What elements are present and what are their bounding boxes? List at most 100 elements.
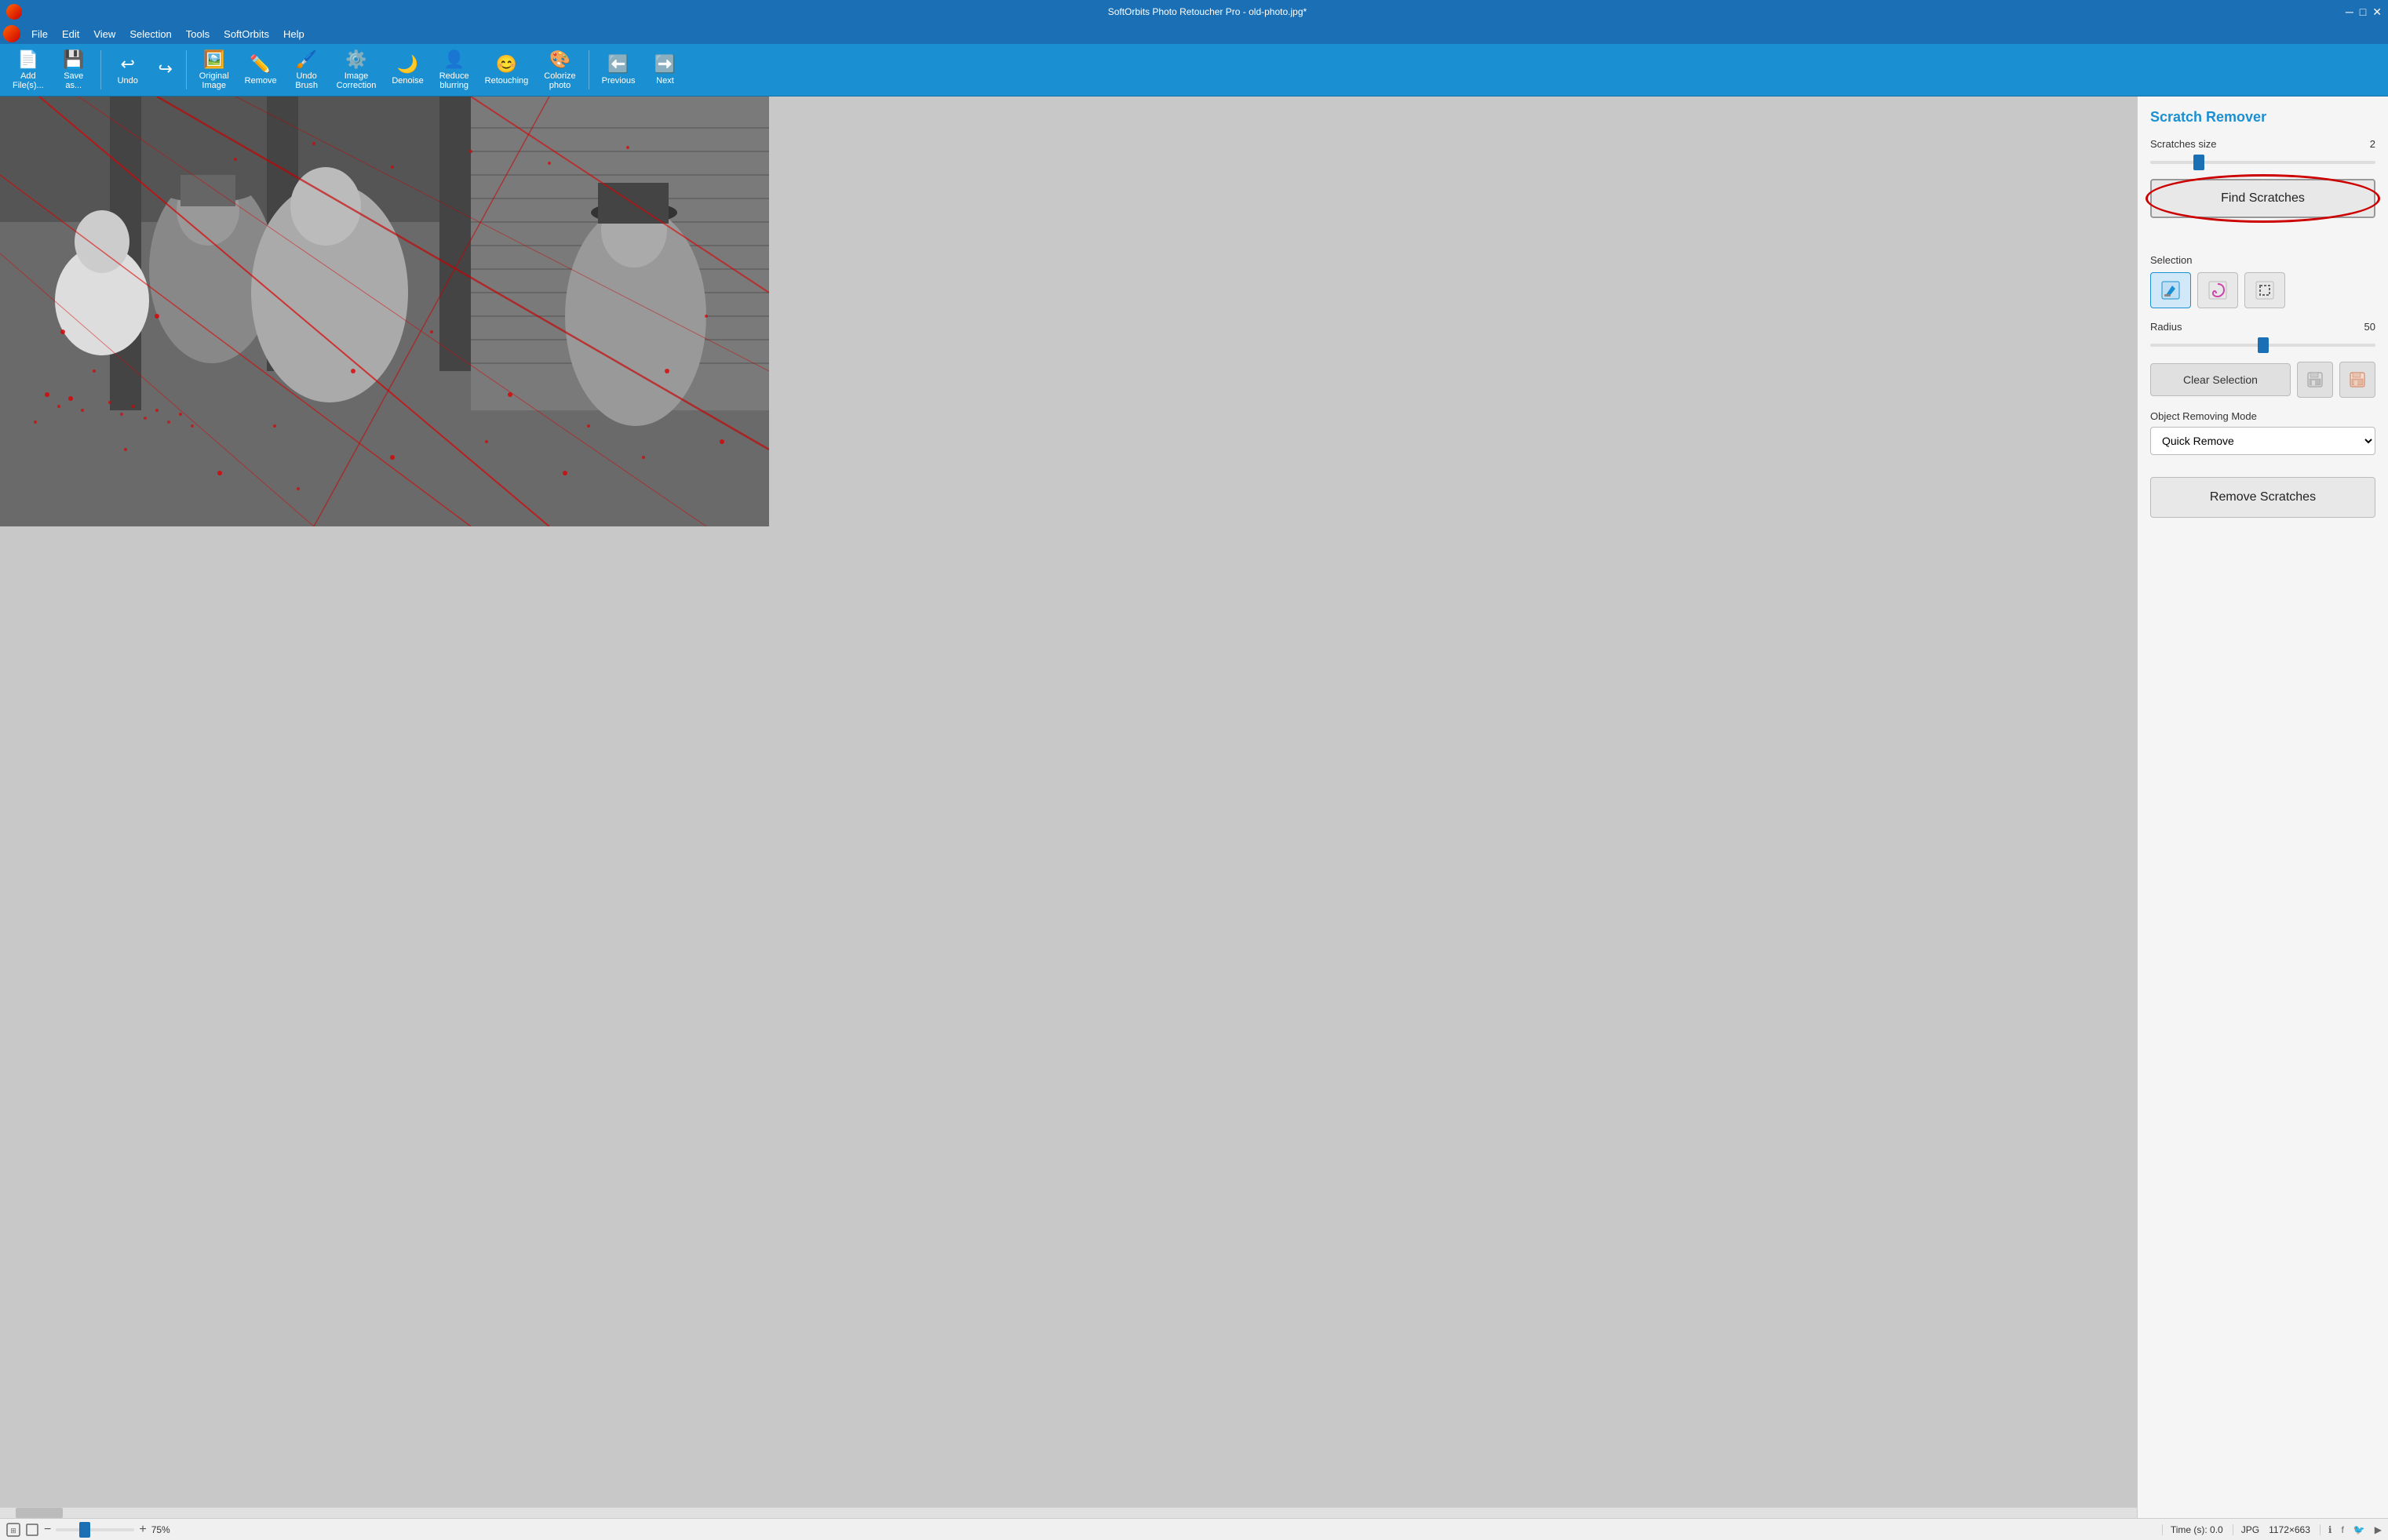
menu-view[interactable]: View [87, 27, 122, 42]
menu-softorbits[interactable]: SoftOrbits [217, 27, 275, 42]
colorize-photo-button[interactable]: 🎨 Colorize photo [538, 47, 582, 93]
main-area: Scratch Remover Scratches size 2 Find Sc… [0, 96, 2388, 1518]
reduce-blurring-icon: 👤 [443, 49, 465, 70]
crop-icon[interactable] [25, 1523, 39, 1537]
fit-to-window-icon[interactable]: ⊞ [6, 1523, 20, 1537]
remove-scratches-button[interactable]: Remove Scratches [2150, 477, 2375, 518]
load-icon [2349, 371, 2366, 388]
menu-file[interactable]: File [25, 27, 54, 42]
lasso-icon [2207, 279, 2229, 301]
zoom-slider[interactable] [56, 1528, 134, 1531]
remove-button[interactable]: ✏️ Remove [239, 47, 283, 93]
panel-title: Scratch Remover [2150, 109, 2375, 126]
add-files-icon: 📄 [17, 49, 38, 70]
photo-svg [0, 96, 769, 526]
selection-label: Selection [2150, 254, 2375, 266]
menubar-logo-icon [3, 25, 20, 42]
close-button[interactable]: ✕ [2372, 5, 2382, 19]
redo-button[interactable]: ↪ [151, 47, 180, 93]
zoom-in-icon[interactable]: + [139, 1523, 146, 1537]
undo-icon: ↩ [121, 54, 135, 75]
horizontal-scrollbar[interactable] [0, 1507, 2137, 1518]
add-files-button[interactable]: 📄 Add File(s)... [6, 47, 50, 93]
status-left: ⊞ − + 75% [6, 1523, 2156, 1537]
status-right: Time (s): 0.0 JPG 1172×663 ℹ f 🐦 ▶ [2162, 1524, 2382, 1535]
dimensions-label: 1172×663 [2269, 1524, 2310, 1535]
find-scratches-wrapper: Find Scratches [2150, 179, 2375, 231]
undo-brush-icon: 🖌️ [296, 49, 317, 70]
colorize-photo-icon: 🎨 [549, 49, 571, 70]
selection-rect-tool[interactable] [2244, 272, 2285, 308]
radius-slider[interactable] [2150, 344, 2375, 347]
next-icon: ➡️ [654, 54, 676, 75]
radius-value: 50 [2364, 321, 2375, 333]
maximize-button[interactable]: □ [2360, 5, 2366, 19]
facebook-icon[interactable]: f [2341, 1524, 2343, 1535]
find-scratches-button[interactable]: Find Scratches [2150, 179, 2375, 218]
youtube-icon[interactable]: ▶ [2375, 1524, 2382, 1535]
format-label: JPG [2233, 1524, 2259, 1535]
scrollbar-thumb[interactable] [16, 1508, 63, 1518]
radius-slider-container [2150, 337, 2375, 349]
original-image-icon: 🖼️ [203, 49, 224, 70]
scratches-size-label: Scratches size 2 [2150, 138, 2375, 150]
load-selection-button[interactable] [2339, 362, 2375, 398]
window-title: SoftOrbits Photo Retoucher Pro - old-pho… [69, 6, 2346, 17]
image-correction-icon: ⚙️ [345, 49, 366, 70]
scratches-size-slider-container [2150, 155, 2375, 166]
selection-lasso-tool[interactable] [2197, 272, 2238, 308]
pen-icon [2160, 279, 2182, 301]
menu-edit[interactable]: Edit [56, 27, 86, 42]
save-as-button[interactable]: 💾 Save as... [53, 47, 94, 93]
next-button[interactable]: ➡️ Next [644, 47, 685, 93]
toolbar: 📄 Add File(s)... 💾 Save as... ↩ Undo ↪ 🖼… [0, 44, 2388, 96]
rect-select-icon [2254, 279, 2276, 301]
time-label: Time (s): 0.0 [2162, 1524, 2223, 1535]
menubar: File Edit View Selection Tools SoftOrbit… [0, 24, 2388, 44]
minimize-button[interactable]: ─ [2346, 5, 2353, 19]
save-selection-button[interactable] [2297, 362, 2333, 398]
save-as-icon: 💾 [63, 49, 84, 70]
undo-button[interactable]: ↩ Undo [108, 47, 148, 93]
zoom-out-icon[interactable]: − [44, 1523, 51, 1537]
menu-tools[interactable]: Tools [180, 27, 216, 42]
previous-button[interactable]: ⬅️ Previous [596, 47, 642, 93]
object-removing-mode-label: Object Removing Mode [2150, 410, 2375, 422]
app-logo-icon [6, 4, 22, 20]
remove-icon: ✏️ [250, 54, 271, 75]
clear-selection-button[interactable]: Clear Selection [2150, 363, 2291, 396]
denoise-icon: 🌙 [397, 54, 418, 75]
titlebar: SoftOrbits Photo Retoucher Pro - old-pho… [0, 0, 2388, 24]
info-icon[interactable]: ℹ [2320, 1524, 2332, 1535]
twitter-icon[interactable]: 🐦 [2353, 1524, 2365, 1535]
separator-2 [186, 50, 187, 89]
retouching-button[interactable]: 😊 Retouching [479, 47, 535, 93]
menu-help[interactable]: Help [277, 27, 311, 42]
retouching-icon: 😊 [496, 54, 517, 75]
menu-selection[interactable]: Selection [123, 27, 177, 42]
canvas-area[interactable] [0, 96, 2137, 1518]
clear-selection-row: Clear Selection [2150, 362, 2375, 398]
mode-dropdown-row: Quick Remove Content Aware Fill Inpainti… [2150, 427, 2375, 455]
selection-pen-tool[interactable] [2150, 272, 2191, 308]
mode-dropdown[interactable]: Quick Remove Content Aware Fill Inpainti… [2150, 427, 2375, 455]
scratches-size-slider[interactable] [2150, 161, 2375, 164]
statusbar: ⊞ − + 75% Time (s): 0.0 JPG 1172×663 ℹ f… [0, 1518, 2388, 1540]
zoom-level: 75% [151, 1524, 170, 1535]
selection-tools [2150, 272, 2375, 308]
photo-display[interactable] [0, 96, 769, 526]
scratches-size-value: 2 [2370, 138, 2375, 150]
save-icon [2306, 371, 2324, 388]
photo-container [0, 96, 2137, 1518]
original-image-button[interactable]: 🖼️ Original Image [193, 47, 235, 93]
denoise-button[interactable]: 🌙 Denoise [385, 47, 429, 93]
previous-icon: ⬅️ [607, 54, 629, 75]
radius-label: Radius 50 [2150, 321, 2375, 333]
undo-brush-button[interactable]: 🖌️ Undo Brush [286, 47, 327, 93]
image-correction-button[interactable]: ⚙️ Image Correction [330, 47, 383, 93]
reduce-blurring-button[interactable]: 👤 Reduce blurring [433, 47, 476, 93]
redo-icon: ↪ [159, 59, 173, 79]
svg-text:⊞: ⊞ [10, 1527, 16, 1535]
right-panel: Scratch Remover Scratches size 2 Find Sc… [2137, 96, 2388, 1518]
separator-1 [100, 50, 101, 89]
